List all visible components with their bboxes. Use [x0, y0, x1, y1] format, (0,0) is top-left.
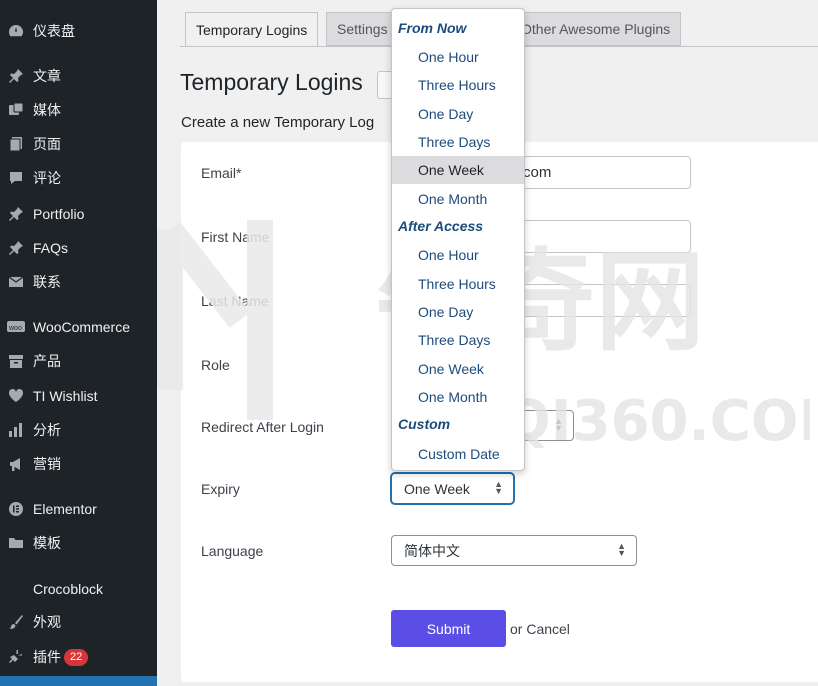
- sidebar-item-label: 评论: [33, 170, 61, 186]
- option-after-access-one-hour[interactable]: One Hour: [392, 241, 524, 269]
- sidebar-item-elementor[interactable]: Elementor: [0, 494, 157, 524]
- expiry-select[interactable]: One Week ▲ ▼: [391, 473, 514, 504]
- sidebar-item-portfolio[interactable]: Portfolio: [0, 199, 157, 229]
- language-value: 简体中文: [404, 542, 460, 559]
- sidebar-item-label: Portfolio: [33, 206, 85, 222]
- sidebar-item-label: 插件: [33, 649, 61, 665]
- admin-sidebar: 仪表盘 文章 媒体 页面 评论 Portfolio FAQs 联系 woo Wo…: [0, 0, 157, 686]
- last-name-label: Last Name: [201, 293, 269, 309]
- sidebar-item-label: 媒体: [33, 102, 61, 118]
- optgroup-from-now: From Now: [398, 20, 467, 36]
- language-label: Language: [201, 543, 264, 559]
- submit-button[interactable]: Submit: [391, 610, 506, 647]
- sidebar-item-label: Crocoblock: [33, 581, 104, 597]
- sidebar-item-templates[interactable]: 模板: [0, 528, 157, 558]
- select-arrows-icon: ▲ ▼: [617, 541, 626, 558]
- bar-chart-icon: [6, 420, 26, 440]
- select-arrows-icon: ▲ ▼: [494, 479, 503, 496]
- megaphone-icon: [6, 454, 26, 474]
- optgroup-custom: Custom: [398, 416, 451, 432]
- sidebar-item-comments[interactable]: 评论: [0, 163, 157, 193]
- sidebar-item-woocommerce[interactable]: woo WooCommerce: [0, 312, 157, 342]
- sidebar-item-media[interactable]: 媒体: [0, 95, 157, 125]
- optgroup-after-access: After Access: [398, 218, 484, 234]
- sidebar-active-item[interactable]: [0, 676, 157, 686]
- tab-settings[interactable]: Settings: [326, 12, 399, 46]
- sidebar-item-label: 文章: [33, 68, 61, 84]
- sidebar-item-products[interactable]: 产品: [0, 346, 157, 376]
- tab-other-awesome-plugins[interactable]: Other Awesome Plugins: [510, 12, 682, 46]
- plugin-icon: [6, 647, 26, 667]
- sidebar-item-label: 仪表盘: [33, 23, 75, 39]
- sidebar-item-label: 外观: [33, 614, 61, 630]
- option-from-now-one-hour[interactable]: One Hour: [392, 43, 524, 71]
- option-after-access-three-days[interactable]: Three Days: [392, 326, 524, 354]
- sidebar-item-appearance[interactable]: 外观: [0, 607, 157, 637]
- dashboard-icon: [6, 21, 26, 41]
- expiry-dropdown-menu[interactable]: From Now One Hour Three Hours One Day Th…: [391, 8, 525, 471]
- archive-icon: [6, 351, 26, 371]
- sidebar-item-marketing[interactable]: 营销: [0, 449, 157, 479]
- sidebar-item-dashboard[interactable]: 仪表盘: [0, 16, 157, 46]
- sidebar-item-label: WooCommerce: [33, 319, 130, 335]
- sidebar-item-label: 页面: [33, 136, 61, 152]
- sidebar-item-label: TI Wishlist: [33, 388, 98, 404]
- woo-icon: woo: [6, 317, 26, 337]
- option-after-access-one-month[interactable]: One Month: [392, 383, 524, 411]
- language-select[interactable]: 简体中文 ▲ ▼: [391, 535, 637, 566]
- sidebar-item-crocoblock[interactable]: Crocoblock: [0, 574, 157, 604]
- first-name-label: First Name: [201, 229, 270, 245]
- sidebar-item-faqs[interactable]: FAQs: [0, 233, 157, 263]
- redirect-after-login-label: Redirect After Login: [201, 419, 324, 435]
- role-label: Role: [201, 357, 230, 373]
- option-custom-date[interactable]: Custom Date: [392, 440, 524, 468]
- option-after-access-three-hours[interactable]: Three Hours: [392, 270, 524, 298]
- expiry-label: Expiry: [201, 481, 240, 497]
- option-after-access-one-day[interactable]: One Day: [392, 298, 524, 326]
- sidebar-item-label: 模板: [33, 535, 61, 551]
- expiry-value: One Week: [404, 480, 470, 497]
- svg-text:woo: woo: [8, 325, 22, 332]
- tab-temporary-logins[interactable]: Temporary Logins: [185, 12, 319, 47]
- sidebar-item-label: 产品: [33, 353, 61, 369]
- sidebar-item-ti-wishlist[interactable]: TI Wishlist: [0, 381, 157, 411]
- sidebar-item-plugins[interactable]: 插件 22: [0, 642, 157, 672]
- brush-icon: [6, 612, 26, 632]
- pin-icon: [6, 66, 26, 86]
- option-from-now-three-hours[interactable]: Three Hours: [392, 71, 524, 99]
- sidebar-item-label: FAQs: [33, 240, 69, 256]
- sidebar-item-contact[interactable]: 联系: [0, 267, 157, 297]
- pin-icon: [6, 204, 26, 224]
- sidebar-item-posts[interactable]: 文章: [0, 61, 157, 91]
- sidebar-item-label: 分析: [33, 422, 61, 438]
- page-title: Temporary Logins: [180, 69, 363, 95]
- mail-icon: [6, 272, 26, 292]
- cancel-link[interactable]: or Cancel: [510, 621, 570, 637]
- email-value: com: [523, 164, 552, 181]
- pin-icon: [6, 238, 26, 258]
- option-from-now-one-week[interactable]: One Week: [392, 156, 524, 184]
- sidebar-item-pages[interactable]: 页面: [0, 129, 157, 159]
- option-from-now-one-day[interactable]: One Day: [392, 100, 524, 128]
- sidebar-item-label: Elementor: [33, 501, 97, 517]
- elementor-icon: [6, 499, 26, 519]
- heart-icon: [6, 386, 26, 406]
- update-count-badge: 22: [64, 648, 89, 666]
- comment-icon: [6, 168, 26, 188]
- section-subtitle: Create a new Temporary Log: [181, 114, 375, 131]
- email-label: Email*: [201, 165, 242, 181]
- page-icon: [6, 134, 26, 154]
- sidebar-item-label: 联系: [33, 274, 61, 290]
- option-from-now-three-days[interactable]: Three Days: [392, 128, 524, 156]
- folder-icon: [6, 533, 26, 553]
- sidebar-item-label: 营销: [33, 456, 61, 472]
- media-icon: [6, 100, 26, 120]
- select-arrows-icon: ▲ ▼: [554, 416, 563, 433]
- option-from-now-one-month[interactable]: One Month: [392, 185, 524, 213]
- option-after-access-one-week[interactable]: One Week: [392, 355, 524, 383]
- sidebar-item-analytics[interactable]: 分析: [0, 415, 157, 445]
